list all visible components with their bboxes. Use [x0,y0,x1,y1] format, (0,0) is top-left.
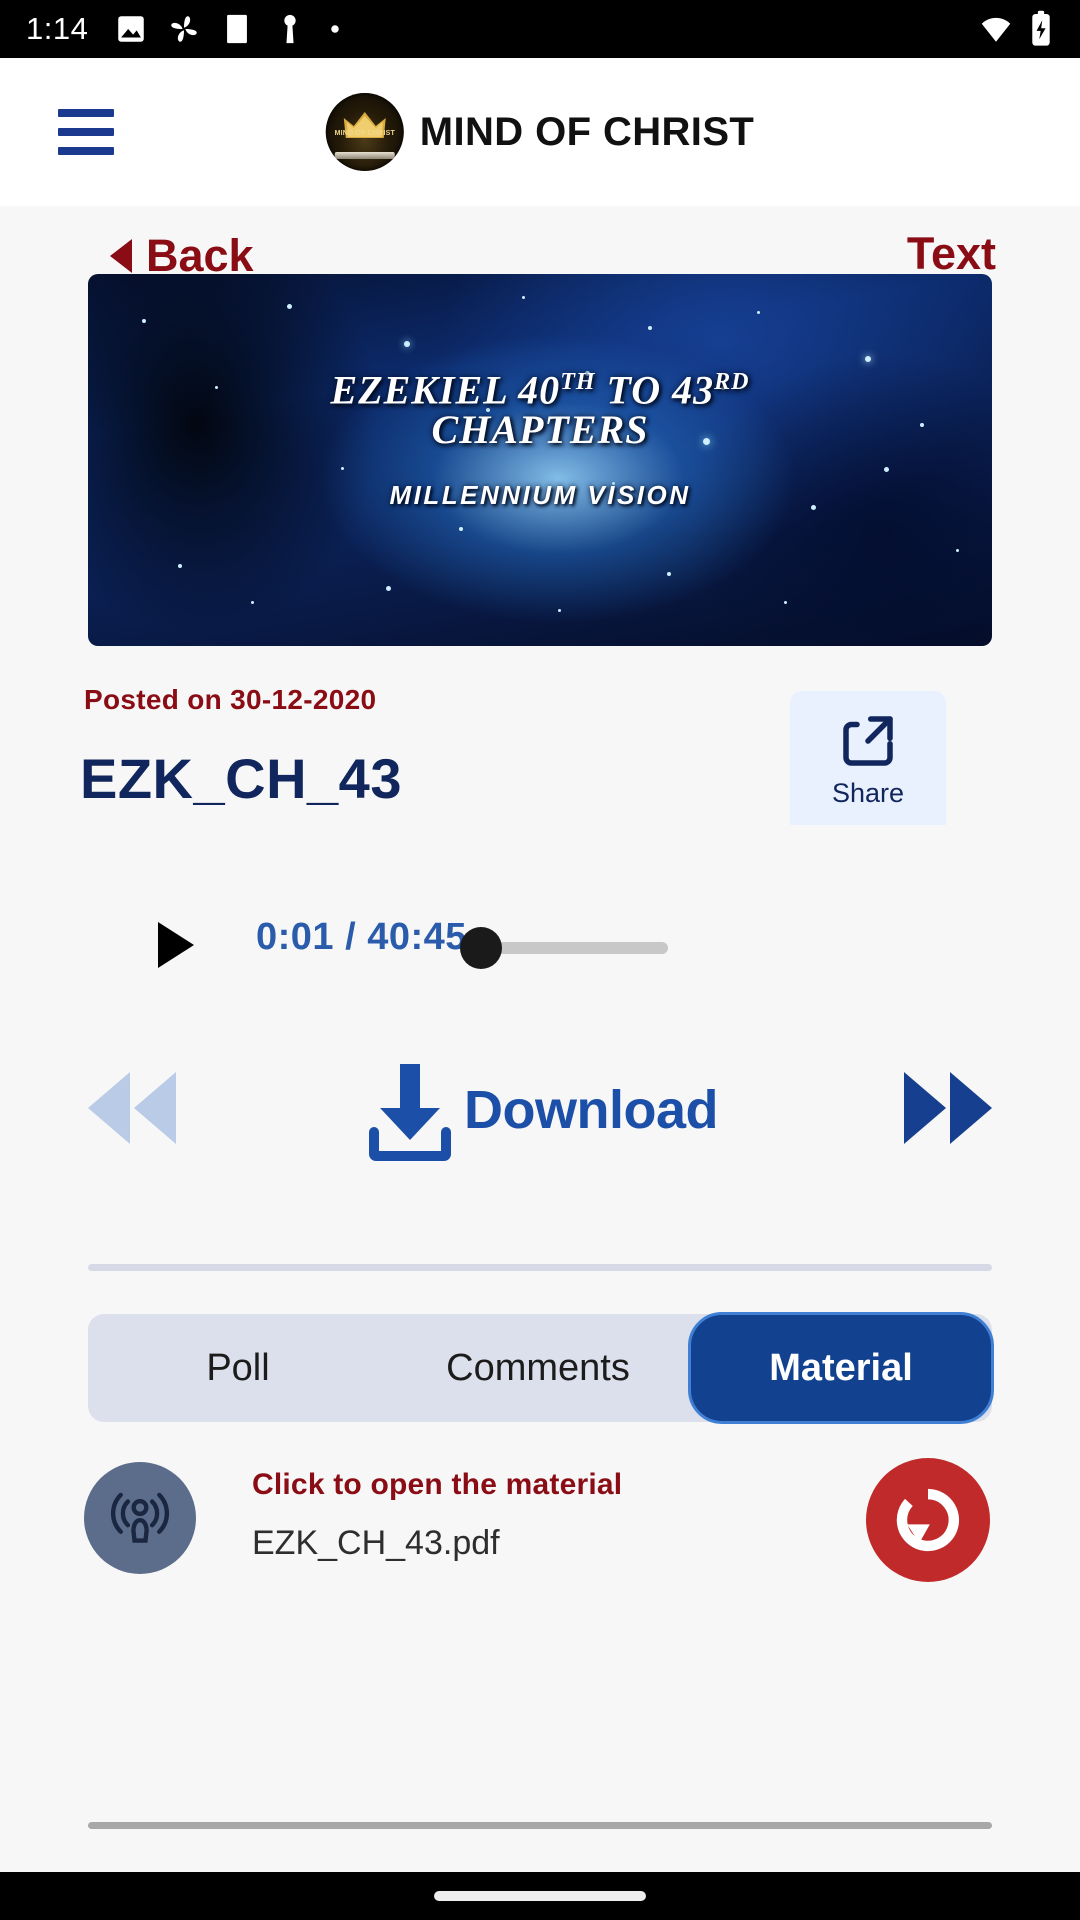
status-bar-notification-icons [114,12,344,46]
refresh-button[interactable] [866,1458,990,1582]
divider-above-tabs [88,1264,992,1271]
battery-charging-icon [1032,10,1050,46]
seek-slider-thumb[interactable] [460,927,502,969]
left-triangle-icon [110,239,132,273]
system-navigation-bar [0,1872,1080,1920]
refresh-icon [896,1488,960,1552]
thumbnail-title: EZEKIEL 40TH TO 43RD CHAPTERS [88,370,992,450]
tab-material[interactable]: Material [688,1312,994,1424]
share-icon [843,715,893,766]
logo-ribbon-text: MIND OF CHRIST [334,129,395,137]
tab-bar: Poll Comments Material [88,1312,994,1424]
material-row: Click to open the material EZK_CH_43.pdf [0,1458,1080,1598]
hamburger-line [58,147,114,155]
video-thumbnail[interactable]: EZEKIEL 40TH TO 43RD CHAPTERS MILLENNIUM… [88,274,992,646]
status-bar: 1:14 [0,0,1080,58]
text-link-button[interactable]: Text [907,228,996,280]
thumbnail-subtitle: MILLENNIUM VISION [389,480,691,511]
tab-comments[interactable]: Comments [388,1314,688,1422]
brand: MIND OF CHRIST MIND OF CHRIST [325,93,755,171]
play-icon[interactable] [158,922,194,968]
status-bar-clock: 1:14 [26,11,89,46]
download-label: Download [464,1080,718,1140]
timecode-display: 0:01 / 40:45 [256,916,467,958]
thumbnail-title-line-2: CHAPTERS [431,407,649,453]
material-file-name: EZK_CH_43.pdf [252,1524,500,1562]
content-area: Back Text EZEKIEL 40TH TO 43RD CHAPTERS … [0,206,1080,1872]
hamburger-line [58,109,114,117]
white-square-icon [227,14,248,44]
image-icon [118,16,145,42]
page-title: MIND OF CHRIST [419,109,755,154]
key-icon [284,14,297,44]
share-label: Share [831,777,905,808]
photos-pinwheel-icon [171,16,198,42]
podcast-glyph-icon [110,1492,170,1543]
tab-poll[interactable]: Poll [88,1314,388,1422]
fast-forward-icon[interactable] [892,1064,1004,1152]
rewind-icon[interactable] [76,1064,188,1152]
material-cta-label: Click to open the material [252,1468,623,1501]
posted-date: Posted on 30-12-2020 [84,684,377,715]
app-logo: MIND OF CHRIST [325,93,404,171]
status-bar-system-icons [978,10,1054,48]
thumbnail-title-part-1: EZEKIEL 40 [330,367,561,413]
thumbnail-title-part-2: TO 43 [595,367,715,413]
divider-below-material [88,1822,992,1829]
hamburger-line [58,128,114,136]
media-title: EZK_CH_43 [80,747,402,810]
thumbnail-title-sup-1: TH [560,369,596,395]
home-indicator[interactable] [434,1891,646,1901]
thumbnail-title-sup-2: RD [714,369,750,395]
podcast-icon[interactable] [84,1462,196,1574]
thumbnail-text-block: EZEKIEL 40TH TO 43RD CHAPTERS MILLENNIUM… [88,370,992,511]
app-header: MIND OF CHRIST MIND OF CHRIST [0,58,1080,206]
app-root: 1:14 MIND OF CHRIST MIND OF CHRIST Back … [0,0,1080,1920]
transport-controls: Download [0,1036,1080,1186]
download-button[interactable]: Download [362,1056,718,1164]
download-icon [369,1064,452,1161]
logo-base [335,151,395,159]
share-button[interactable]: Share [790,691,946,825]
dot-icon [331,25,340,33]
material-text-block[interactable]: Click to open the material EZK_CH_43.pdf [252,1468,622,1563]
audio-player-bar: 0:01 / 40:45 [0,906,1080,986]
wifi-icon [981,17,1011,42]
hamburger-menu-icon[interactable] [58,109,114,155]
seek-slider[interactable] [460,927,668,969]
